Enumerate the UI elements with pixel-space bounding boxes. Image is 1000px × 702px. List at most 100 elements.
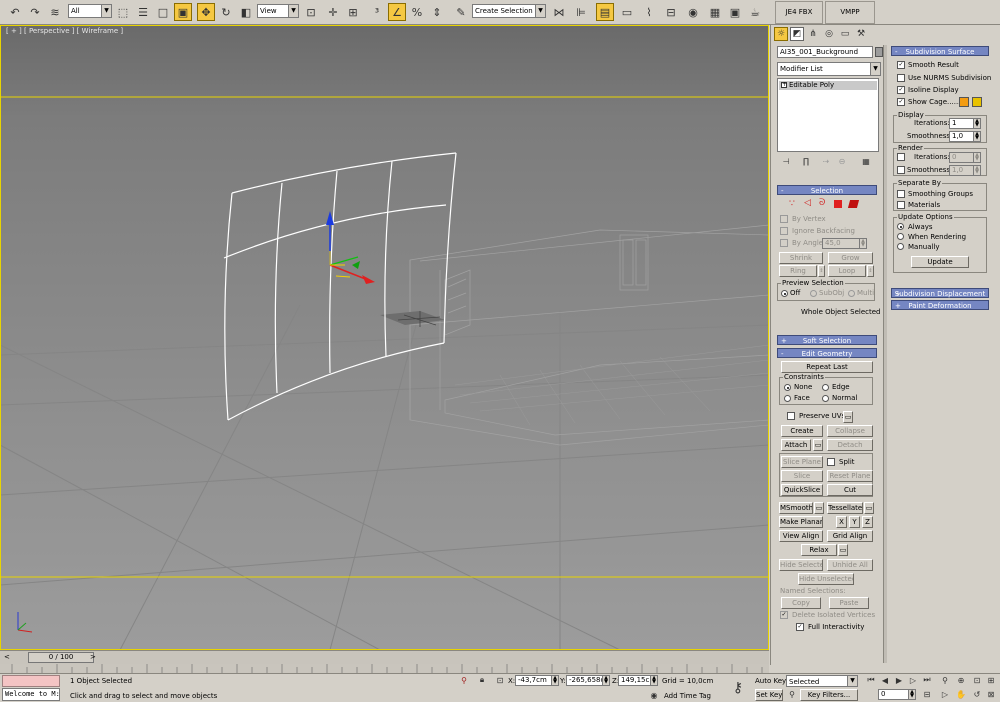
tessellate-settings-icon[interactable]: ▭ <box>864 502 874 514</box>
edge-subobject-icon[interactable]: ◁ <box>804 198 811 208</box>
grid-align-button[interactable]: Grid Align <box>827 530 873 542</box>
render-smoothness-checkbox[interactable] <box>897 166 905 174</box>
update-when-rendering-radio[interactable] <box>897 233 904 240</box>
add-time-tag-button[interactable]: Add Time Tag <box>664 692 711 700</box>
time-slider-track[interactable]: < 0 / 100 > <box>0 650 769 664</box>
y-coord-field[interactable]: -265,658cr ▲ ▼ <box>566 675 610 686</box>
named-selection-dropdown[interactable]: Create Selection Se ▼ <box>472 4 546 18</box>
attach-settings-icon[interactable]: ▭ <box>813 439 823 451</box>
view-align-button[interactable]: View Align <box>779 530 823 542</box>
timeline-ruler[interactable] <box>0 664 769 673</box>
ring-spinner[interactable]: ⇕ <box>818 265 825 277</box>
tessellate-button[interactable]: Tessellate <box>827 502 863 514</box>
layer-manager-icon[interactable]: ▤ <box>596 3 614 21</box>
current-frame-field[interactable]: 0 ▲ ▼ <box>878 689 916 700</box>
cage-color-swatch-1[interactable] <box>959 97 969 107</box>
show-end-result-icon[interactable]: ∏ <box>799 155 813 167</box>
field-of-view-icon[interactable]: ▷ <box>938 688 952 700</box>
set-key-button[interactable]: Set Key <box>755 689 783 701</box>
cage-color-swatch-2[interactable] <box>972 97 982 107</box>
zoom-all-icon[interactable]: ⊕ <box>954 674 968 686</box>
quickslice-button[interactable]: QuickSlice <box>781 484 823 496</box>
pin-stack-icon[interactable]: ⊣ <box>779 155 793 167</box>
render-iterations-checkbox[interactable] <box>897 153 905 161</box>
paint-deformation-rollout-header[interactable]: + Paint Deformation <box>891 300 989 310</box>
object-name-field[interactable]: AI35_001_Buckground <box>777 46 873 58</box>
motion-tab-icon[interactable]: ◎ <box>822 27 836 41</box>
schematic-view-icon[interactable]: ⊟ <box>662 3 680 21</box>
maxscript-listener-input[interactable]: Welcome to M: <box>2 688 60 701</box>
subdivision-displacement-rollout-header[interactable]: + Subdivision Displacement <box>891 288 989 298</box>
unhide-all-button[interactable]: Unhide All <box>827 559 873 571</box>
render-production-icon[interactable]: ☕ <box>746 3 764 21</box>
loop-spinner[interactable]: ⇕ <box>867 265 874 277</box>
hide-selected-button[interactable]: Hide Selected <box>779 559 823 571</box>
tab-vmpp[interactable]: VMPP <box>825 1 875 24</box>
curve-editor-icon[interactable]: ⌇ <box>640 3 658 21</box>
select-and-rotate-icon[interactable]: ↻ <box>217 3 235 21</box>
display-smoothness-spinner[interactable]: 1,0 ▲ ▼ <box>949 131 981 142</box>
preview-subobj-radio[interactable] <box>810 290 817 297</box>
update-always-radio[interactable] <box>897 223 904 230</box>
make-planar-y-button[interactable]: Y <box>849 516 860 528</box>
zoom-icon[interactable]: ⚲ <box>938 674 952 686</box>
snaps-toggle-icon[interactable]: ³ <box>368 3 386 21</box>
reset-plane-button[interactable]: Reset Plane <box>827 470 873 482</box>
select-object-icon[interactable]: ⬚ <box>114 3 132 21</box>
make-planar-x-button[interactable]: X <box>836 516 847 528</box>
isolate-selection-icon[interactable]: ⚲ <box>458 674 470 686</box>
render-setup-icon[interactable]: ▦ <box>706 3 724 21</box>
select-manipulate-icon[interactable]: ✛ <box>324 3 342 21</box>
full-interactivity-checkbox[interactable]: ✓ <box>796 623 804 631</box>
maxscript-listener-top[interactable] <box>2 675 60 687</box>
zoom-extents-all-icon[interactable]: ⊞ <box>984 674 998 686</box>
hide-unselected-button[interactable]: Hide Unselected <box>798 573 854 585</box>
zoom-extents-icon[interactable]: ⊡ <box>970 674 984 686</box>
msmooth-button[interactable]: MSmooth <box>779 502 813 514</box>
align-icon[interactable]: ⊫ <box>572 3 590 21</box>
timeline-left-arrow-icon[interactable]: < <box>4 652 12 663</box>
create-button[interactable]: Create <box>781 425 823 437</box>
make-planar-z-button[interactable]: Z <box>862 516 873 528</box>
auto-key-button[interactable]: Auto Key <box>755 677 786 685</box>
loop-button[interactable]: Loop <box>828 265 866 277</box>
constraint-edge-radio[interactable] <box>822 384 829 391</box>
viewport-label[interactable]: [ + ] [ Perspective ] [ Wireframe ] <box>6 27 123 35</box>
mirror-icon[interactable]: ⋈ <box>550 3 568 21</box>
configure-modifier-sets-icon[interactable]: ▦ <box>859 155 873 167</box>
material-editor-icon[interactable]: ◉ <box>684 3 702 21</box>
relax-settings-icon[interactable]: ▭ <box>838 544 848 556</box>
set-key-icon[interactable]: ⚷ <box>727 678 749 698</box>
split-checkbox[interactable] <box>827 458 835 466</box>
preview-multi-radio[interactable] <box>848 290 855 297</box>
copy-button[interactable]: Copy <box>781 597 821 609</box>
selection-lock-icon[interactable]: 🔒︎ <box>476 674 488 686</box>
shrink-button[interactable]: Shrink <box>779 252 823 264</box>
remove-modifier-icon[interactable]: ⊖ <box>835 155 849 167</box>
pan-view-icon[interactable]: ✋ <box>954 688 968 700</box>
selection-rollout-header[interactable]: - Selection <box>777 185 877 195</box>
relax-button[interactable]: Relax <box>801 544 837 556</box>
preview-off-radio[interactable] <box>781 290 788 297</box>
cut-button[interactable]: Cut <box>827 484 873 496</box>
display-iterations-spinner[interactable]: 1 ▲ ▼ <box>949 118 981 129</box>
angle-spinner[interactable]: 45,0 ▲ ▼ <box>822 238 867 249</box>
panel-scrollbar[interactable] <box>883 45 887 663</box>
detach-button[interactable]: Detach <box>827 439 873 451</box>
show-cage-checkbox[interactable]: ✓ <box>897 98 905 106</box>
stack-item-editable-poly[interactable]: + Editable Poly <box>779 81 877 90</box>
keyboard-shortcut-icon[interactable]: ⊞ <box>344 3 362 21</box>
key-filters-icon[interactable]: ⚲ <box>786 688 798 700</box>
attach-button[interactable]: Attach <box>781 439 811 451</box>
go-to-end-icon[interactable]: ⏭ <box>920 674 934 686</box>
modifier-list-dropdown[interactable]: Modifier List ▼ <box>777 62 881 76</box>
make-unique-icon[interactable]: ⇢ <box>819 155 833 167</box>
tab-fbx-export[interactable]: JE4 FBX Expor <box>775 1 823 37</box>
materials-checkbox[interactable] <box>897 201 905 209</box>
edit-geometry-rollout-header[interactable]: - Edit Geometry <box>777 348 877 358</box>
percent-snap-icon[interactable]: % <box>408 3 426 21</box>
constraint-none-radio[interactable] <box>784 384 791 391</box>
ignore-backfacing-checkbox[interactable] <box>780 227 788 235</box>
create-tab-icon[interactable]: ☼ <box>774 27 788 41</box>
key-mode-dropdown[interactable]: Selected ▼ <box>786 675 858 687</box>
